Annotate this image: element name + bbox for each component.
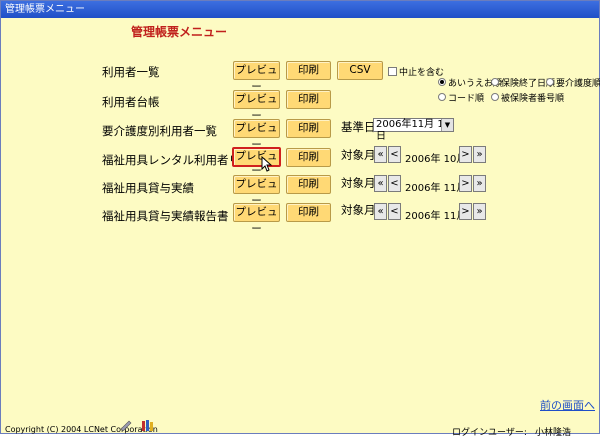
sort-label-care-level: 要介護度順	[556, 79, 600, 89]
window-title: 管理帳票メニュー	[1, 1, 599, 18]
target-month-label-rental: 対象月	[341, 148, 376, 162]
print-button-rental-results[interactable]: 印刷	[286, 175, 331, 194]
page-title: 管理帳票メニュー	[131, 25, 228, 39]
row-label-rental-report: 福祉用具貸与実績報告書	[102, 209, 229, 223]
sort-radio-aiueo[interactable]	[438, 78, 446, 86]
sort-radio-insured-number[interactable]	[491, 93, 499, 101]
login-user-label: ログインユーザー:	[452, 428, 527, 438]
print-button-care-level[interactable]: 印刷	[286, 119, 331, 138]
sort-radio-insurance-end[interactable]	[491, 78, 499, 86]
mouse-cursor-icon	[261, 156, 272, 172]
preview-button-user-list[interactable]: プレビュー	[233, 61, 280, 93]
login-user-name: 小林隆浩	[535, 428, 572, 438]
last-month-button-rental[interactable]: »	[473, 146, 486, 163]
target-month-value-results: 2006年 11月	[405, 183, 467, 194]
row-label-user-ledger: 利用者台帳	[102, 95, 160, 109]
sort-radio-code[interactable]	[438, 93, 446, 101]
prev-month-button-results[interactable]: <	[388, 175, 401, 192]
base-date-select[interactable]: 2006年11月 1日 ▼	[373, 118, 454, 142]
target-month-label-results: 対象月	[341, 176, 376, 190]
target-month-value-rental: 2006年 10月	[405, 154, 467, 165]
exclude-checkbox[interactable]	[388, 67, 397, 76]
base-date-value: 2006年11月 1日	[376, 119, 444, 142]
csv-button-user-list[interactable]: CSV	[337, 61, 383, 80]
next-month-button-results[interactable]: >	[459, 175, 472, 192]
back-link[interactable]: 前の画面へ	[540, 397, 595, 413]
last-month-button-results[interactable]: »	[473, 175, 486, 192]
target-month-label-report: 対象月	[341, 203, 376, 217]
chevron-down-icon: ▼	[441, 119, 453, 131]
row-label-rental-results: 福祉用具貸与実績	[102, 181, 194, 195]
next-month-button-report[interactable]: >	[459, 203, 472, 220]
exclude-label: 中止を含む	[399, 68, 445, 78]
row-label-user-list: 利用者一覧	[102, 65, 160, 79]
row-label-care-level-list: 要介護度別利用者一覧	[102, 124, 217, 138]
target-month-value-report: 2006年 11月	[405, 211, 467, 222]
first-month-button-results[interactable]: «	[374, 175, 387, 192]
print-button-user-list[interactable]: 印刷	[286, 61, 331, 80]
copyright-text: Copyright (C) 2004 LCNet Corporation	[5, 425, 158, 434]
pen-icon	[120, 420, 132, 431]
app-window: 管理帳票メニュー 管理帳票メニュー 利用者一覧 プレビュー 印刷 CSV 中止を…	[0, 0, 600, 438]
print-button-rental-list[interactable]: 印刷	[286, 148, 331, 167]
sort-radio-care-level[interactable]	[546, 78, 554, 86]
prev-month-button-rental[interactable]: <	[388, 146, 401, 163]
first-month-button-rental[interactable]: «	[374, 146, 387, 163]
preview-button-care-level[interactable]: プレビュー	[233, 119, 280, 151]
print-button-rental-report[interactable]: 印刷	[286, 203, 331, 222]
first-month-button-report[interactable]: «	[374, 203, 387, 220]
last-month-button-report[interactable]: »	[473, 203, 486, 220]
sort-label-code: コード順	[448, 94, 485, 104]
preview-button-user-ledger[interactable]: プレビュー	[233, 90, 280, 122]
preview-button-rental-report[interactable]: プレビュー	[233, 203, 280, 235]
preview-button-rental-list[interactable]: プレビュー	[232, 147, 281, 177]
books-icon	[142, 420, 153, 431]
sort-label-insured-number: 被保険者番号順	[501, 94, 565, 104]
prev-month-button-report[interactable]: <	[388, 203, 401, 220]
next-month-button-rental[interactable]: >	[459, 146, 472, 163]
preview-button-rental-results[interactable]: プレビュー	[233, 175, 280, 207]
print-button-user-ledger[interactable]: 印刷	[286, 90, 331, 109]
base-date-label: 基準日	[341, 120, 376, 134]
